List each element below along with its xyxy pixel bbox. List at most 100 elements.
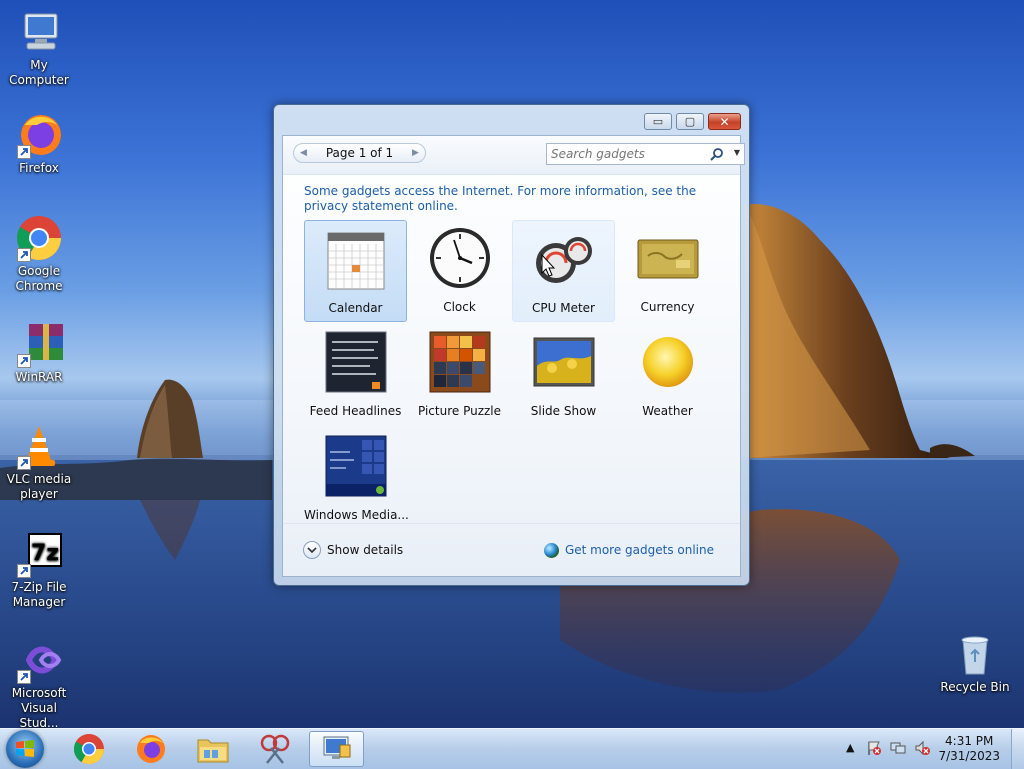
desktop-icon-7zip[interactable]: 7z 7-Zip File Manager xyxy=(0,530,78,610)
slide-show-icon xyxy=(532,330,596,394)
firefox-icon xyxy=(136,735,165,763)
window-controls: ▭ ▢ ✕ xyxy=(640,113,741,131)
next-page-button[interactable]: ▶ xyxy=(408,146,423,160)
start-button[interactable] xyxy=(6,730,44,768)
shortcut-arrow-icon xyxy=(17,248,31,262)
desktop-icon-vlc[interactable]: VLC media player xyxy=(0,422,78,502)
gadget-name: CPU Meter xyxy=(532,301,595,315)
gadget-tile-cpu-meter[interactable]: CPU Meter xyxy=(512,220,615,322)
gadget-name: Clock xyxy=(443,300,476,314)
feed-headlines-icon xyxy=(324,330,388,394)
get-more-gadgets-link[interactable]: Get more gadgets online xyxy=(543,540,714,560)
gadget-gallery-panel: ◀ Page 1 of 1 ▶ ▼ Some gadgets access th… xyxy=(282,135,745,577)
taskbar-chrome-button[interactable] xyxy=(61,731,116,767)
globe-icon xyxy=(543,542,559,558)
clock-time: 4:31 PM xyxy=(945,734,994,748)
desktop-icon-label: 7-Zip File Manager xyxy=(11,580,67,609)
vlc-icon xyxy=(15,422,63,470)
svg-text:7z: 7z xyxy=(31,541,59,566)
desktop-icon-firefox[interactable]: Firefox xyxy=(0,111,78,176)
clock-date: 7/31/2023 xyxy=(938,749,1000,763)
chrome-icon xyxy=(15,214,63,262)
desktop-icon-visual-studio[interactable]: Microsoft Visual Stud... xyxy=(0,636,78,728)
network-icon[interactable] xyxy=(890,740,906,759)
7zip-icon: 7z xyxy=(15,530,63,578)
desktop-icon-label: My Computer xyxy=(9,58,69,87)
maximize-icon: ▢ xyxy=(684,115,696,128)
shortcut-arrow-icon xyxy=(17,145,31,159)
chevron-down-icon xyxy=(303,541,321,559)
winrar-icon xyxy=(15,320,63,368)
gadget-tile-windows-media-center[interactable]: Windows Media... xyxy=(304,428,409,530)
gadget-name: Windows Media... xyxy=(304,508,409,522)
show-details-toggle[interactable]: Show details xyxy=(303,540,403,560)
calendar-icon xyxy=(324,227,388,291)
gadgets-window-icon xyxy=(323,736,350,759)
shortcut-arrow-icon xyxy=(17,354,31,368)
volume-muted-icon[interactable] xyxy=(914,740,930,759)
desktop-icon-winrar[interactable]: WinRAR xyxy=(0,320,78,385)
desktop-icon-label: Microsoft Visual Stud... xyxy=(11,686,67,728)
gadget-name: Calendar xyxy=(328,301,383,315)
recycle-bin-icon xyxy=(951,630,999,678)
shortcut-arrow-icon xyxy=(17,564,31,578)
action-center-flag-icon[interactable] xyxy=(866,740,882,759)
minimize-icon: ▭ xyxy=(652,115,664,128)
picture-puzzle-icon xyxy=(428,330,492,394)
gadget-name: Weather xyxy=(642,404,693,418)
desktop-icon-recycle-bin[interactable]: Recycle Bin xyxy=(936,630,1014,695)
gadget-tile-currency[interactable]: Currency xyxy=(616,220,719,322)
search-dropdown-icon[interactable]: ▼ xyxy=(734,148,740,157)
gadget-tile-calendar[interactable]: Calendar xyxy=(304,220,407,322)
clock-icon xyxy=(428,226,492,290)
desktop-icon-label: Google Chrome xyxy=(15,264,63,293)
gadget-tile-weather[interactable]: Weather xyxy=(616,324,719,426)
gadgets-window: ▭ ▢ ✕ ◀ Page 1 of 1 ▶ ▼ Some gadgets acc… xyxy=(273,104,750,586)
minimize-button[interactable]: ▭ xyxy=(644,113,672,130)
desktop-icon-label: Firefox xyxy=(19,161,59,175)
search-box: ▼ xyxy=(546,143,745,165)
gadget-tile-feed-headlines[interactable]: Feed Headlines xyxy=(304,324,407,426)
desktop-icon-label: VLC media player xyxy=(6,472,72,501)
page-indicator: Page 1 of 1 xyxy=(325,146,394,160)
maximize-button[interactable]: ▢ xyxy=(676,113,704,130)
gadget-tile-picture-puzzle[interactable]: Picture Puzzle xyxy=(408,324,511,426)
search-input[interactable] xyxy=(551,146,701,162)
gallery-footer: Show details Get more gadgets online xyxy=(283,523,740,576)
show-hidden-icons-button[interactable]: ▲ xyxy=(846,741,854,754)
desktop-icon-my-computer[interactable]: My Computer xyxy=(0,8,78,88)
windows-logo-icon xyxy=(16,740,34,757)
gadget-tile-clock[interactable]: Clock xyxy=(408,220,511,322)
page-navigator: ◀ Page 1 of 1 ▶ xyxy=(293,143,426,163)
taskbar-gadgets-window-button[interactable] xyxy=(309,731,364,767)
taskbar-clock[interactable]: 4:31 PM 7/31/2023 xyxy=(938,734,1000,764)
taskbar-firefox-button[interactable] xyxy=(123,731,178,767)
visual-studio-icon xyxy=(15,636,63,684)
get-more-gadgets-label: Get more gadgets online xyxy=(564,543,714,557)
snipping-tool-icon xyxy=(260,734,289,764)
taskbar-explorer-button[interactable] xyxy=(185,731,240,767)
currency-icon xyxy=(636,226,700,290)
gadget-name: Currency xyxy=(640,300,695,314)
gallery-toolbar: ◀ Page 1 of 1 ▶ ▼ xyxy=(283,136,745,175)
desktop-icon-google-chrome[interactable]: Google Chrome xyxy=(0,214,78,294)
desktop-icon-label: WinRAR xyxy=(15,370,63,384)
windows-media-center-icon xyxy=(324,434,388,498)
gadget-name: Slide Show xyxy=(530,404,597,418)
cpu-meter-icon xyxy=(532,227,596,291)
shortcut-arrow-icon xyxy=(17,670,31,684)
gadget-name: Picture Puzzle xyxy=(417,404,502,418)
desktop-icon-label: Recycle Bin xyxy=(940,680,1010,694)
taskbar: ▲ 4:31 PM 7/31/2023 xyxy=(0,728,1024,769)
search-icon[interactable] xyxy=(710,147,724,164)
taskbar-snipping-tool-button[interactable] xyxy=(247,731,302,767)
close-button[interactable]: ✕ xyxy=(708,113,741,130)
gadget-tile-slide-show[interactable]: Slide Show xyxy=(512,324,615,426)
weather-icon xyxy=(636,330,700,394)
show-desktop-button[interactable] xyxy=(1011,729,1024,769)
firefox-icon xyxy=(15,111,63,159)
privacy-notice-link[interactable]: Some gadgets access the Internet. For mo… xyxy=(304,184,724,214)
chrome-icon xyxy=(73,734,104,765)
system-tray: ▲ 4:31 PM 7/31/2023 xyxy=(842,729,1024,769)
close-icon: ✕ xyxy=(719,114,730,129)
